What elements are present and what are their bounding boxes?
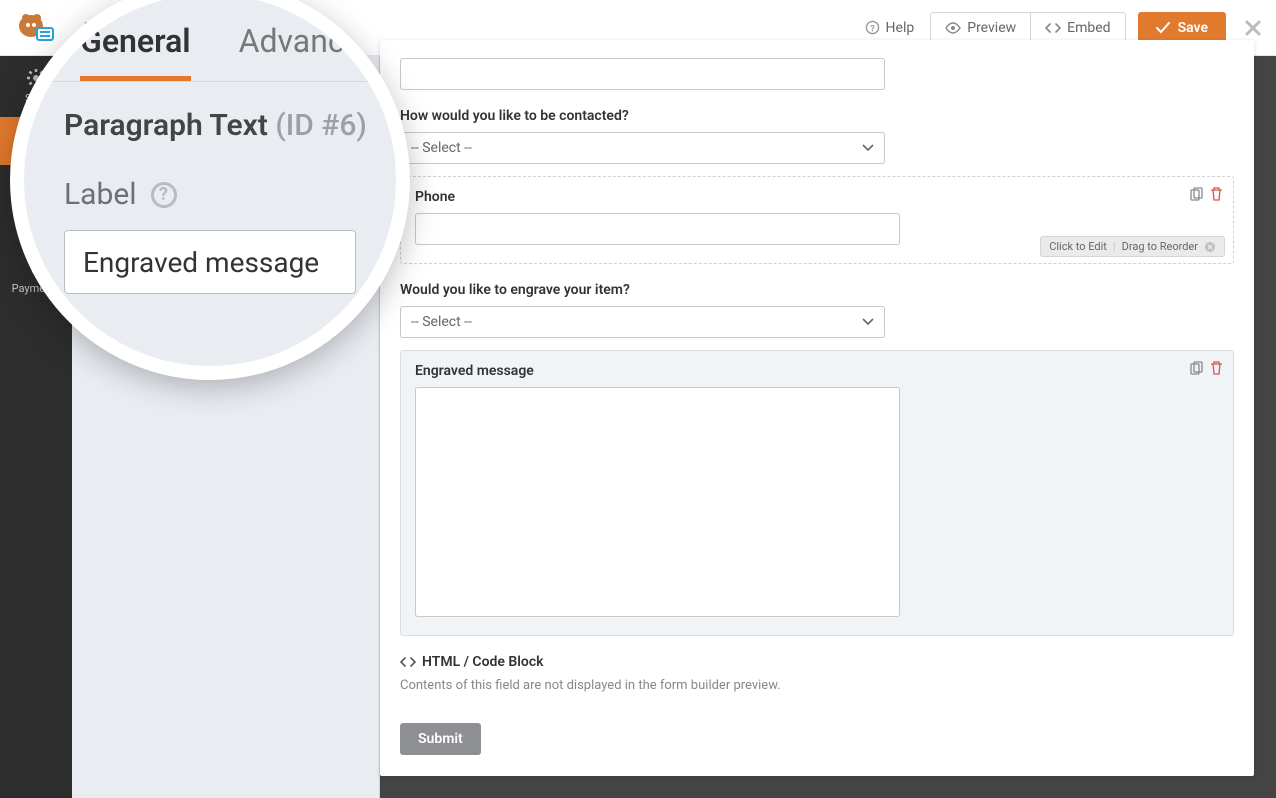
trash-icon[interactable]	[1210, 361, 1223, 375]
engraved-message-textarea[interactable]	[415, 387, 900, 617]
check-icon	[1156, 22, 1170, 34]
code-icon	[1045, 22, 1061, 34]
field-block-phone[interactable]: Phone Click to Edit | Drag to Reorder	[400, 176, 1234, 264]
field-label-engraved-message: Engraved message	[415, 363, 1219, 379]
tab-general[interactable]: General	[80, 22, 191, 81]
option-label-input[interactable]: Engraved message	[64, 230, 356, 294]
contact-select[interactable]: -- Select --	[400, 132, 885, 164]
hint-click: Click to Edit	[1049, 240, 1107, 253]
trash-icon[interactable]	[1210, 187, 1223, 201]
select-placeholder: -- Select --	[411, 140, 472, 156]
phone-input[interactable]	[415, 213, 900, 245]
field-hintbar: Click to Edit | Drag to Reorder	[1040, 236, 1225, 257]
html-block-note: Contents of this field are not displayed…	[400, 678, 1234, 693]
html-block-label: HTML / Code Block	[422, 654, 544, 670]
field-label-engrave-q: Would you like to engrave your item?	[400, 282, 1234, 298]
app-logo	[0, 12, 72, 44]
field-block-engraved-message[interactable]: Engraved message	[400, 350, 1234, 636]
help-icon[interactable]: ?	[151, 182, 177, 208]
engrave-select[interactable]: -- Select --	[400, 306, 885, 338]
save-button[interactable]: Save	[1138, 12, 1226, 44]
help-icon: ?	[865, 20, 880, 35]
hint-drag: Drag to Reorder	[1122, 240, 1198, 253]
svg-text:?: ?	[870, 23, 875, 34]
option-label-caption: Label	[64, 177, 137, 212]
select-placeholder-2: -- Select --	[411, 314, 472, 330]
duplicate-icon[interactable]	[1190, 361, 1204, 375]
close-builder-button[interactable]	[1244, 19, 1262, 37]
submit-button[interactable]: Submit	[400, 723, 481, 755]
embed-button[interactable]: Embed	[1031, 12, 1125, 44]
duplicate-icon[interactable]	[1190, 187, 1204, 201]
embed-label: Embed	[1067, 20, 1110, 36]
tab-advanced[interactable]: Advance	[239, 22, 362, 81]
help-link[interactable]: ? Help	[849, 20, 931, 36]
close-icon	[1244, 19, 1262, 37]
hint-close-icon[interactable]	[1204, 241, 1216, 253]
html-block-field[interactable]: HTML / Code Block	[400, 654, 1234, 670]
chevron-down-icon	[862, 318, 874, 326]
field-options-title: Paragraph Text (ID #6)	[24, 82, 396, 143]
eye-icon	[945, 22, 961, 34]
help-label: Help	[886, 20, 915, 36]
field-label-contact: How would you like to be contacted?	[400, 108, 1234, 124]
text-input-placeholder[interactable]	[400, 58, 885, 90]
form-canvas: How would you like to be contacted? -- S…	[380, 40, 1254, 776]
save-label: Save	[1178, 20, 1208, 36]
preview-label: Preview	[967, 20, 1016, 36]
chevron-down-icon	[862, 144, 874, 152]
preview-button[interactable]: Preview	[930, 12, 1031, 44]
code-icon	[400, 656, 416, 668]
field-label-phone: Phone	[415, 189, 1219, 205]
